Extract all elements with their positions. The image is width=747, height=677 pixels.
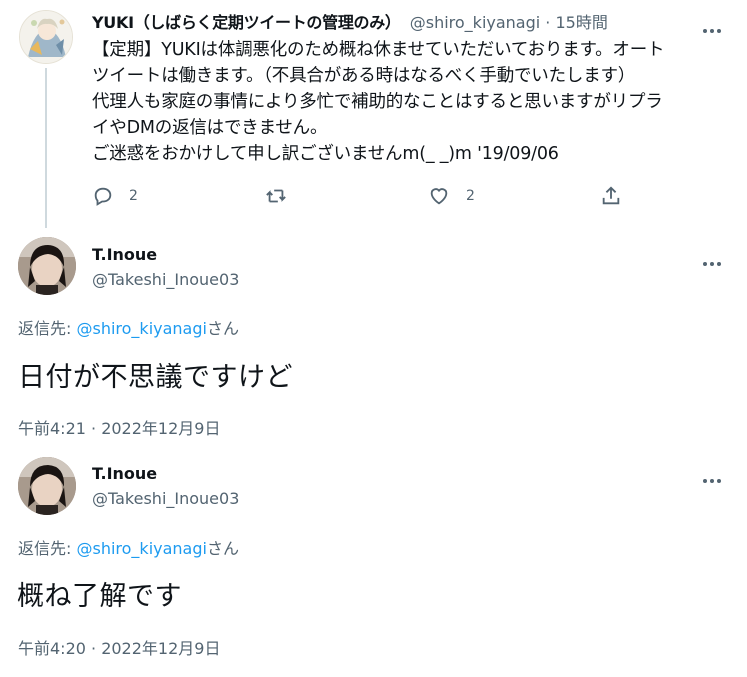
- replying-to-prefix: 返信先:: [18, 319, 77, 338]
- tweet-text-line: イやDMの返信はできません。: [92, 118, 328, 138]
- action-bar: 2 2: [92, 184, 632, 208]
- more-options-icon[interactable]: [703, 18, 725, 33]
- replying-to: 返信先: @shiro_kiyanagiさん: [18, 538, 239, 560]
- tweet-text-line: ご迷惑をおかけして申し訳ございませんm(_ _)m '19/09/06: [92, 144, 559, 164]
- avatar-illustration: [20, 11, 72, 63]
- display-name[interactable]: T.Inoue: [92, 463, 157, 485]
- more-options-icon[interactable]: [703, 468, 725, 483]
- share-button[interactable]: [600, 184, 622, 208]
- tweet-text-line: 代理人も家庭の事情により多忙で補助的なことはすると思いますがリプラ: [92, 92, 663, 112]
- tweet-header: YUKI（しばらく定期ツイートの管理のみ） @shiro_kiyanagi · …: [92, 12, 608, 34]
- avatar[interactable]: [18, 237, 76, 295]
- replying-to-suffix: さん: [206, 319, 239, 338]
- separator-dot: ·: [545, 13, 551, 32]
- reply-tweet[interactable]: T.Inoue @Takeshi_Inoue03 返信先: @shiro_kiy…: [0, 448, 747, 677]
- display-name[interactable]: T.Inoue: [92, 244, 157, 266]
- mention-link[interactable]: @shiro_kiyanagi: [76, 539, 206, 558]
- user-handle[interactable]: @Takeshi_Inoue03: [92, 488, 239, 510]
- reply-count: 2: [129, 188, 138, 204]
- reply-text: 日付が不思議ですけど: [18, 362, 293, 393]
- reply-tweet[interactable]: T.Inoue @Takeshi_Inoue03 返信先: @shiro_kiy…: [0, 228, 747, 448]
- tweet-timestamp[interactable]: 午前4:21 · 2022年12月9日: [18, 418, 220, 440]
- tweet-text-line: 【定期】YUKIは体調悪化のため概ね休ませていただいております。オート: [92, 40, 665, 60]
- tweet-time[interactable]: 15時間: [555, 13, 607, 32]
- retweet-button[interactable]: [264, 184, 298, 208]
- parent-tweet[interactable]: YUKI（しばらく定期ツイートの管理のみ） @shiro_kiyanagi · …: [0, 0, 747, 228]
- user-handle[interactable]: @Takeshi_Inoue03: [92, 269, 239, 291]
- avatar-photo: [18, 237, 76, 295]
- replying-to-suffix: さん: [206, 539, 239, 558]
- replying-to-prefix: 返信先:: [18, 539, 77, 558]
- more-options-icon[interactable]: [703, 251, 725, 266]
- like-button[interactable]: 2: [428, 184, 475, 208]
- avatar[interactable]: [18, 457, 76, 515]
- thread-line: [45, 68, 47, 228]
- avatar[interactable]: [19, 10, 73, 64]
- reply-icon: [94, 187, 112, 206]
- avatar-photo: [18, 457, 76, 515]
- display-name[interactable]: YUKI（しばらく定期ツイートの管理のみ）: [92, 13, 401, 32]
- like-icon: [430, 188, 448, 205]
- reply-text: 概ね了解です: [17, 581, 182, 612]
- tweet-text: 【定期】YUKIは体調悪化のため概ね休ませていただいております。オート ツイート…: [92, 37, 732, 167]
- retweet-icon: [266, 189, 286, 203]
- mention-link[interactable]: @shiro_kiyanagi: [76, 319, 206, 338]
- tweet-timestamp[interactable]: 午前4:20 · 2022年12月9日: [18, 638, 220, 660]
- share-icon: [602, 186, 620, 205]
- like-count: 2: [466, 188, 475, 204]
- reply-button[interactable]: 2: [92, 184, 138, 208]
- user-handle[interactable]: @shiro_kiyanagi: [410, 13, 540, 32]
- replying-to: 返信先: @shiro_kiyanagiさん: [18, 318, 239, 340]
- tweet-text-line: ツイートは働きます。（不具合がある時はなるべく手動でいたします）: [92, 66, 636, 86]
